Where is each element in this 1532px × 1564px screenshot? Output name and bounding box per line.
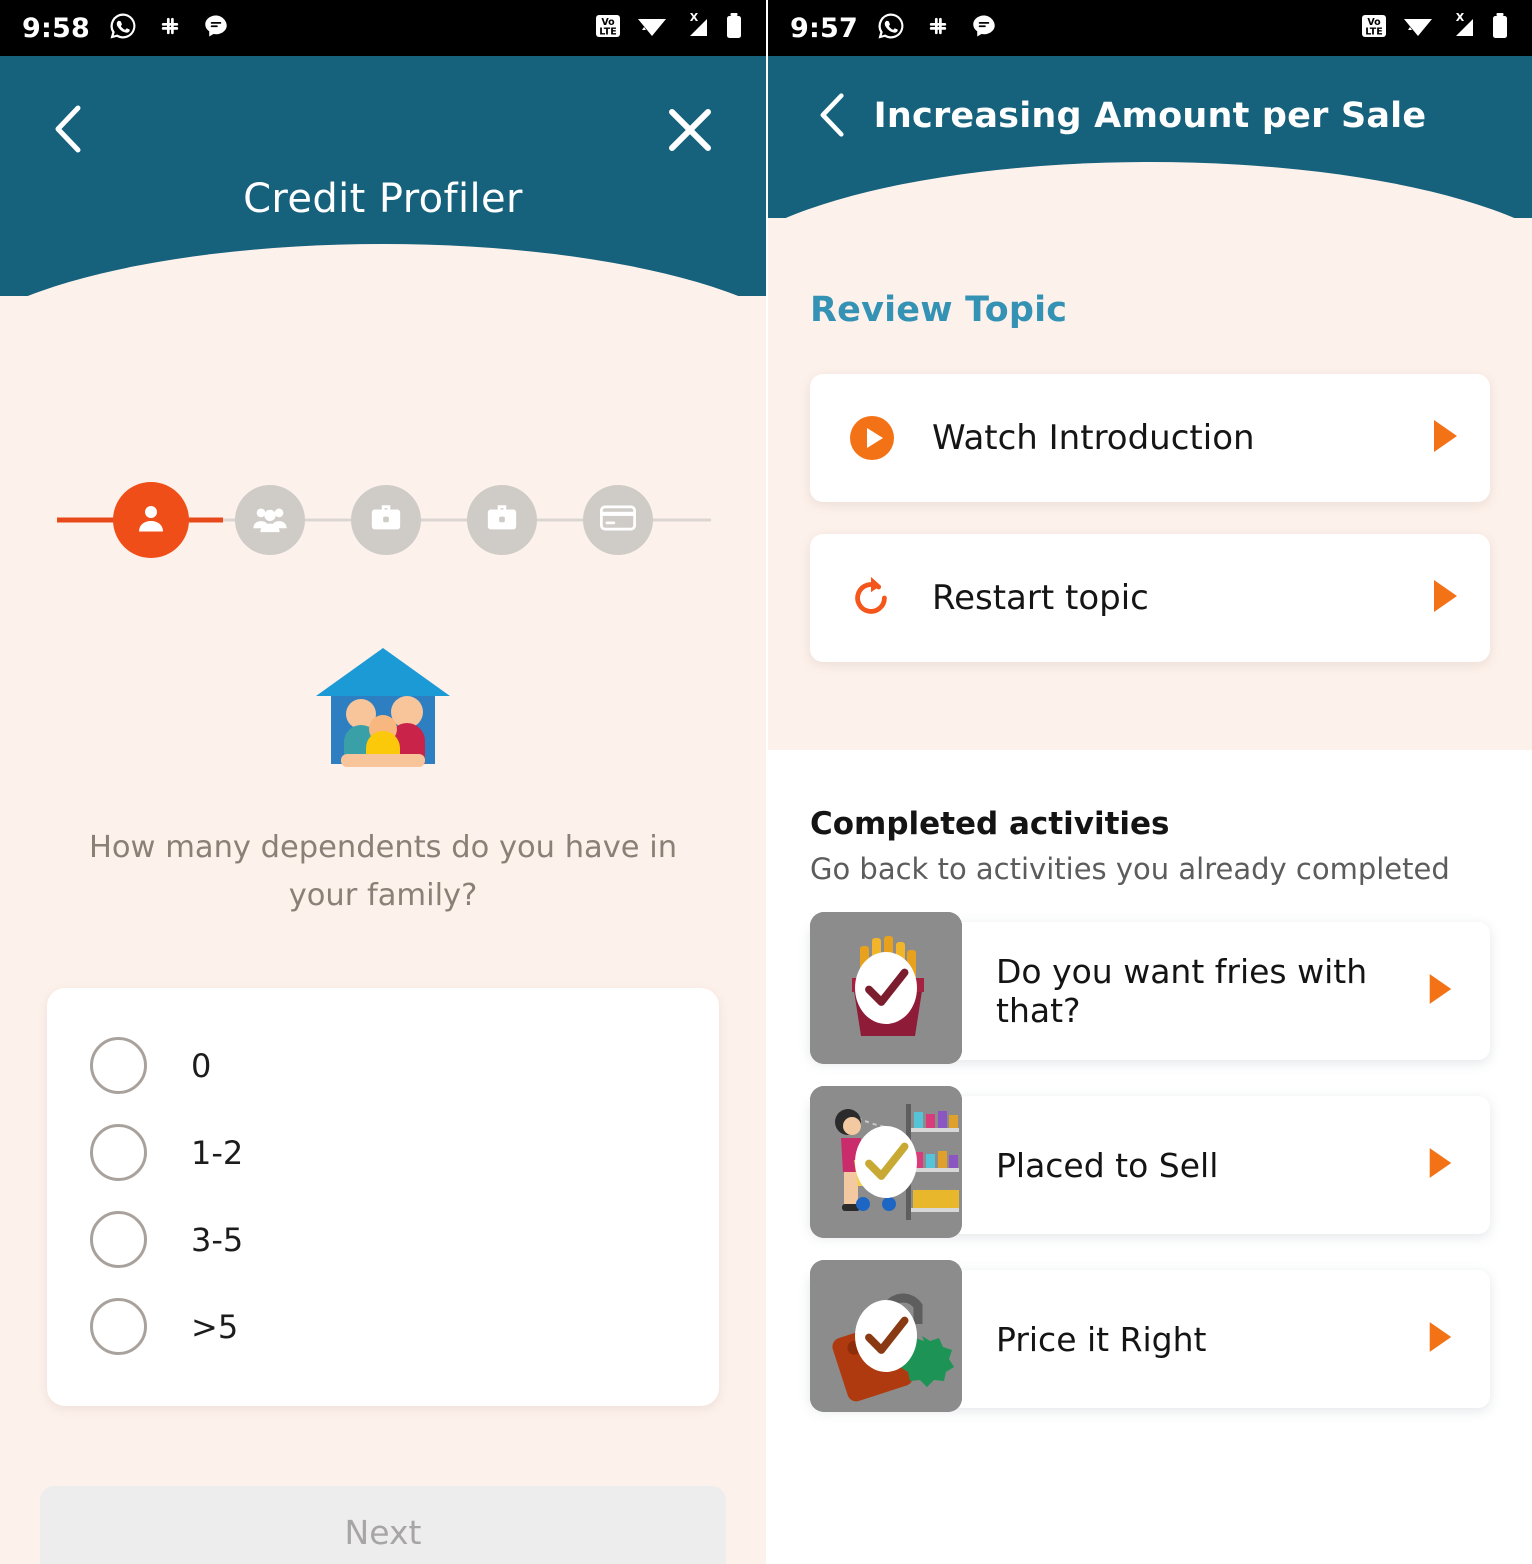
wifi-icon xyxy=(636,12,668,44)
step-4-briefcase[interactable] xyxy=(467,485,537,555)
battery-icon xyxy=(1490,11,1510,45)
volte-icon: Vo LTE xyxy=(593,11,623,45)
fries-thumbnail xyxy=(810,911,962,1064)
status-bar-time: 9:58 xyxy=(22,12,90,44)
slack-icon xyxy=(924,12,952,44)
option-row[interactable]: >5 xyxy=(47,1283,719,1370)
play-triangle-icon xyxy=(1426,1146,1454,1184)
svg-text:LTE: LTE xyxy=(1365,27,1382,38)
option-label: 3-5 xyxy=(191,1220,244,1259)
radio-button[interactable] xyxy=(90,1124,147,1182)
battery-icon xyxy=(724,11,744,45)
option-row[interactable]: 0 xyxy=(47,1022,719,1109)
page-title: Increasing Amount per Sale xyxy=(873,96,1427,136)
status-bar-right: 9:57 Vo LTE X xyxy=(768,0,1532,56)
radio-button[interactable] xyxy=(90,1037,147,1095)
radio-button[interactable] xyxy=(90,1211,147,1269)
check-circle-icon xyxy=(855,1299,917,1372)
shopper-shelf-thumbnail xyxy=(810,1085,962,1238)
back-button[interactable] xyxy=(44,102,94,156)
people-icon xyxy=(252,501,288,539)
restart-refresh-icon xyxy=(848,574,896,622)
status-bar-right-group: Vo LTE X xyxy=(1359,11,1510,45)
play-triangle-icon xyxy=(1430,418,1460,458)
briefcase-icon xyxy=(369,502,403,538)
step-3-briefcase[interactable] xyxy=(351,485,421,555)
credit-card-icon xyxy=(600,504,636,536)
svg-text:X: X xyxy=(690,11,699,24)
close-button[interactable] xyxy=(664,104,716,156)
message-icon xyxy=(970,12,998,44)
option-label: >5 xyxy=(191,1307,239,1346)
step-5-credit-card[interactable] xyxy=(583,485,653,555)
options-card: 0 1-2 3-5 >5 xyxy=(47,988,719,1407)
status-bar-left-group: 9:58 xyxy=(22,11,230,45)
status-bar-left-group: 9:57 xyxy=(790,11,998,45)
watch-introduction-label: Watch Introduction xyxy=(932,418,1255,458)
activity-label: Placed to Sell xyxy=(996,1145,1219,1185)
header-bar-left: Credit Profiler xyxy=(0,56,766,374)
review-topic-section: Review Topic Watch Introduction Restart … xyxy=(768,218,1532,750)
price-tag-thumbnail xyxy=(810,1259,962,1412)
step-1-person[interactable] xyxy=(113,482,189,558)
check-circle-icon xyxy=(855,951,917,1024)
step-2-people[interactable] xyxy=(235,485,305,555)
option-label: 1-2 xyxy=(191,1133,244,1172)
completed-activities-section: Completed activities Go back to activiti… xyxy=(768,750,1532,1448)
page-title: Credit Profiler xyxy=(243,176,523,222)
completed-activities-subtitle: Go back to activities you already comple… xyxy=(810,852,1450,886)
family-in-house-icon xyxy=(316,648,450,767)
right-screen-body: Review Topic Watch Introduction Restart … xyxy=(768,218,1532,1564)
completed-activities-heading: Completed activities xyxy=(810,806,1170,842)
option-row[interactable]: 3-5 xyxy=(47,1196,719,1283)
status-bar-right-group: Vo LTE X xyxy=(593,11,744,45)
status-bar-time: 9:57 xyxy=(790,12,858,44)
activity-label: Do you want fries with that? xyxy=(996,952,1368,1030)
person-icon xyxy=(133,500,169,540)
activity-row[interactable]: Placed to Sell xyxy=(810,1085,1490,1238)
dual-screenshot-container: 9:58 Vo LTE X Credit Profiler How many d… xyxy=(0,0,1532,1564)
activity-row[interactable]: Do you want fries with that? xyxy=(810,911,1490,1064)
restart-topic-card[interactable]: Restart topic xyxy=(810,534,1490,662)
play-triangle-icon xyxy=(1426,1320,1454,1358)
review-topic-heading: Review Topic xyxy=(810,290,1068,330)
signal-no-service-icon: X xyxy=(681,11,711,45)
svg-text:X: X xyxy=(1456,11,1465,24)
right-screen-topic-review: 9:57 Vo LTE X Increasing Amount per Sale… xyxy=(766,0,1532,1564)
message-icon xyxy=(202,12,230,44)
signal-no-service-icon: X xyxy=(1447,11,1477,45)
play-circle-icon xyxy=(848,414,896,462)
activity-label: Price it Right xyxy=(996,1319,1207,1359)
check-circle-icon xyxy=(855,1125,917,1198)
option-label: 0 xyxy=(191,1046,212,1085)
activity-row[interactable]: Price it Right xyxy=(810,1259,1490,1412)
status-bar-left: 9:58 Vo LTE X xyxy=(0,0,766,56)
svg-text:LTE: LTE xyxy=(599,27,616,38)
whatsapp-icon xyxy=(876,11,906,45)
next-button[interactable]: Next xyxy=(40,1486,726,1564)
play-triangle-icon xyxy=(1430,578,1460,618)
briefcase-icon xyxy=(485,502,519,538)
whatsapp-icon xyxy=(108,11,138,45)
watch-introduction-card[interactable]: Watch Introduction xyxy=(810,374,1490,502)
wifi-icon xyxy=(1402,12,1434,44)
question-text: How many dependents do you have in your … xyxy=(88,830,678,914)
slack-icon xyxy=(156,12,184,44)
play-triangle-icon xyxy=(1426,972,1454,1010)
left-screen-body: How many dependents do you have in your … xyxy=(0,296,766,1564)
header-bar-right: Increasing Amount per Sale xyxy=(768,56,1532,292)
restart-topic-label: Restart topic xyxy=(932,578,1149,618)
option-row[interactable]: 1-2 xyxy=(47,1109,719,1196)
radio-button[interactable] xyxy=(90,1298,147,1356)
progress-stepper xyxy=(57,482,711,558)
left-screen-credit-profiler: 9:58 Vo LTE X Credit Profiler How many d… xyxy=(0,0,766,1564)
volte-icon: Vo LTE xyxy=(1359,11,1389,45)
